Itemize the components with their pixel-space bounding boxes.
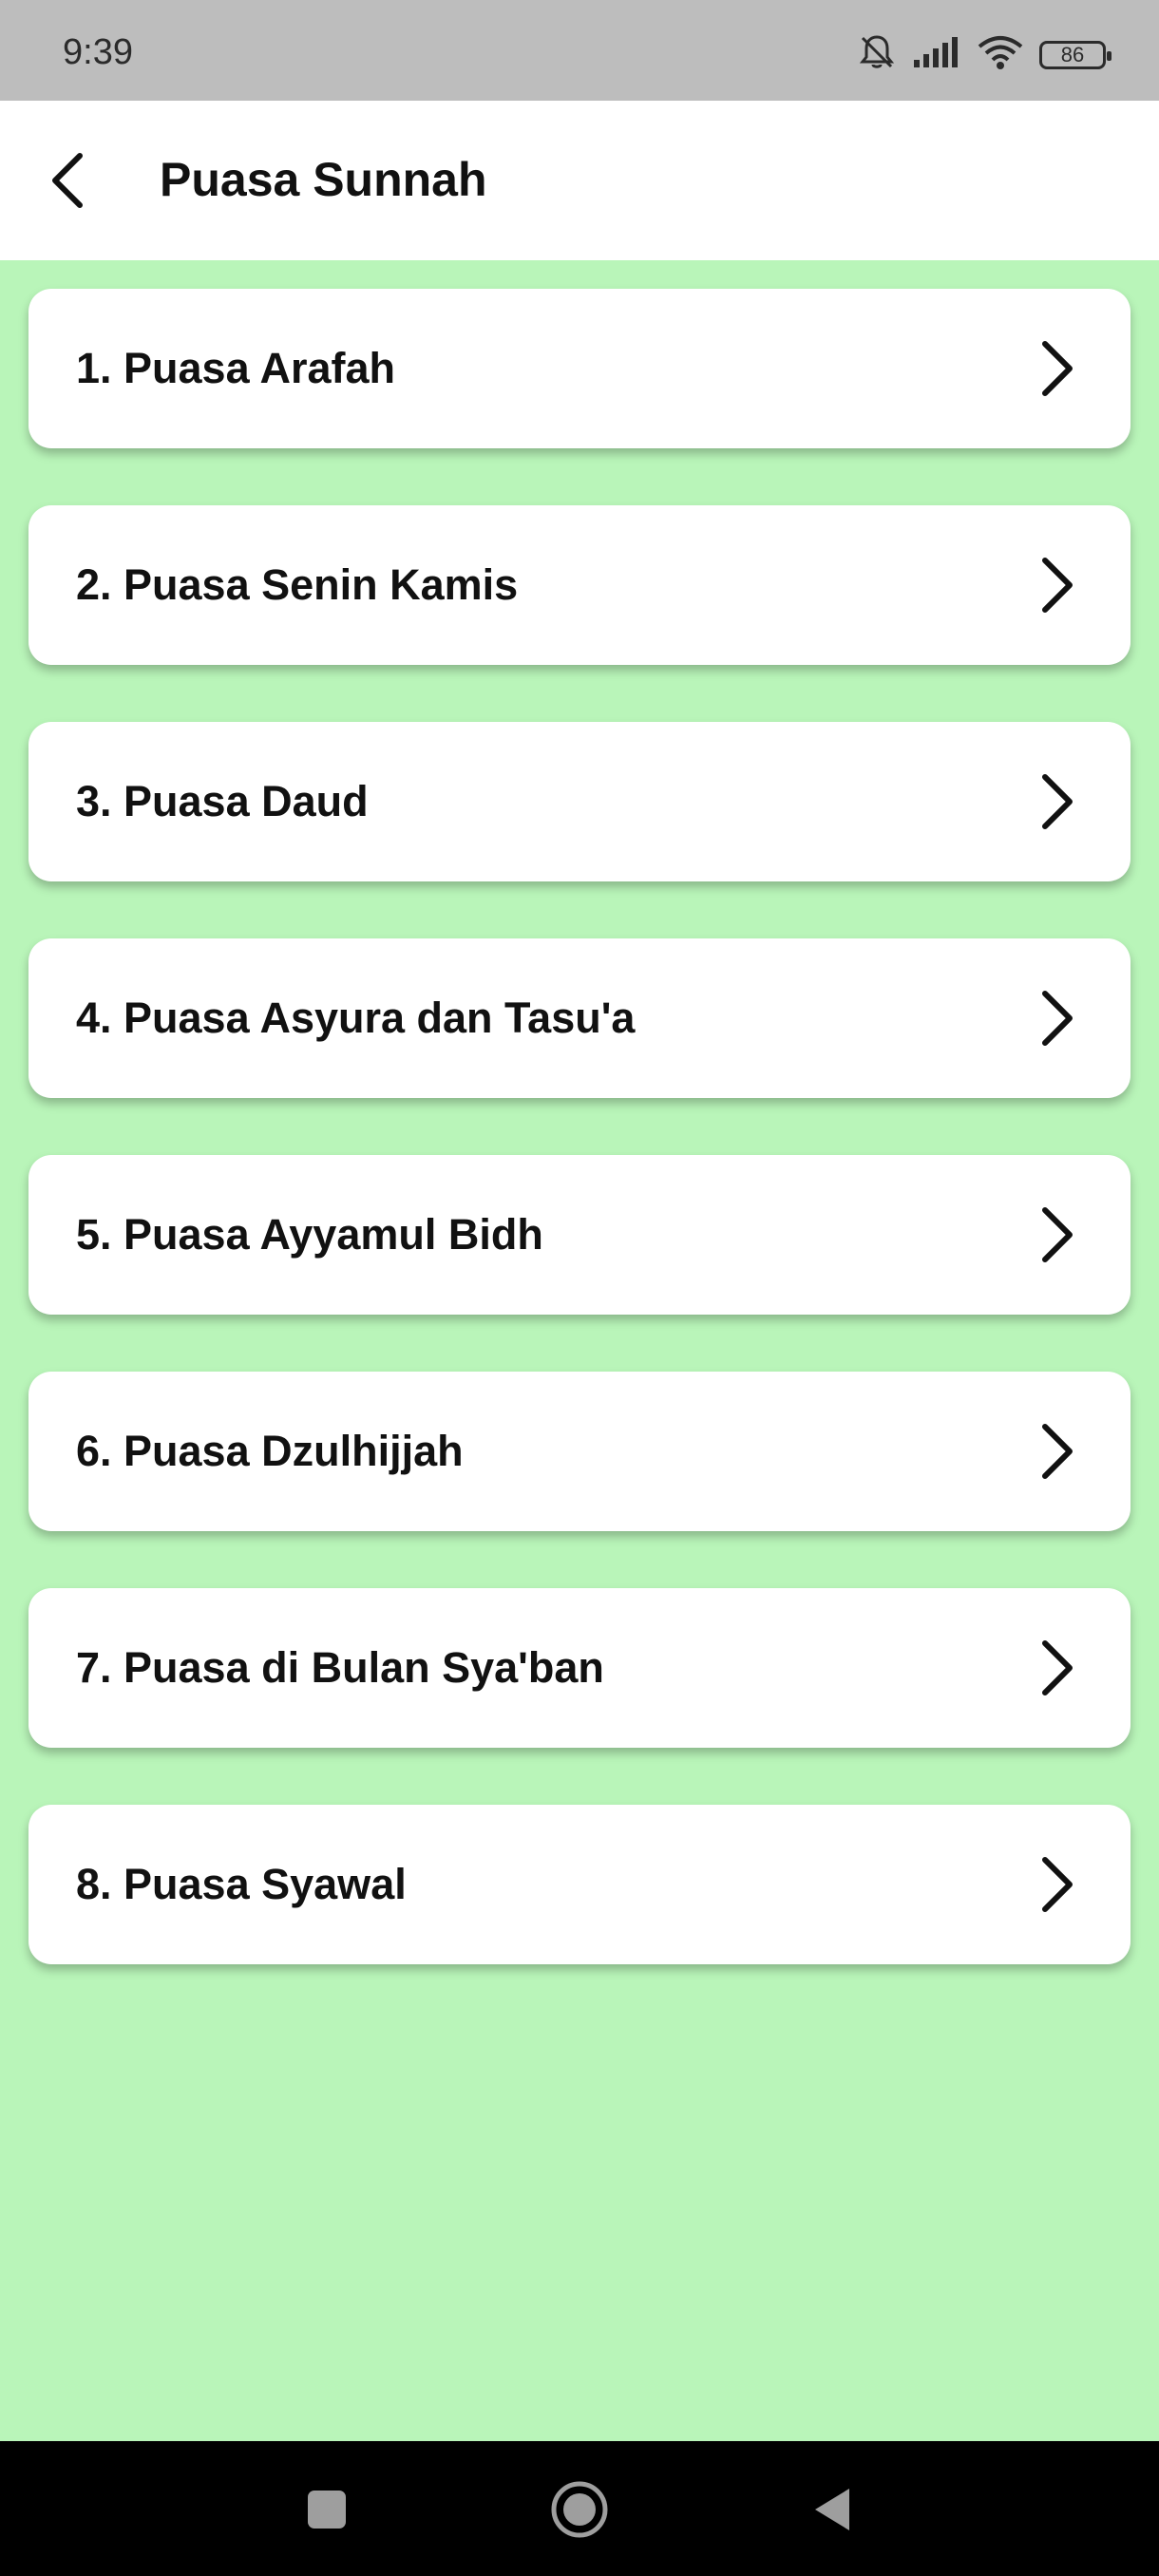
nav-back-button[interactable]	[798, 2475, 866, 2544]
list-item-label: 3. Puasa Daud	[76, 777, 369, 825]
back-triangle-icon	[815, 2489, 849, 2530]
list-item-label: 6. Puasa Dzulhijjah	[76, 1427, 464, 1475]
recents-button[interactable]	[293, 2475, 361, 2544]
signal-icon	[912, 35, 961, 74]
status-bar: 9:39 86	[0, 0, 1159, 101]
list-item-label: 1. Puasa Arafah	[76, 344, 395, 392]
back-button[interactable]	[28, 142, 104, 218]
list-item[interactable]: 3. Puasa Daud	[28, 722, 1130, 881]
list-item-label: 8. Puasa Syawal	[76, 1860, 407, 1908]
list-item[interactable]: 7. Puasa di Bulan Sya'ban	[28, 1588, 1130, 1748]
list-item-label: 5. Puasa Ayyamul Bidh	[76, 1210, 543, 1259]
chevron-right-icon	[1034, 1202, 1083, 1268]
home-icon	[551, 2481, 608, 2538]
list-item[interactable]: 2. Puasa Senin Kamis	[28, 505, 1130, 665]
chevron-right-icon	[1034, 1851, 1083, 1918]
chevron-right-icon	[1034, 768, 1083, 835]
list-item-label: 7. Puasa di Bulan Sya'ban	[76, 1643, 604, 1692]
bell-muted-icon	[857, 32, 897, 77]
back-arrow-icon	[52, 153, 83, 208]
list-item[interactable]: 6. Puasa Dzulhijjah	[28, 1372, 1130, 1531]
list-item[interactable]: 4. Puasa Asyura dan Tasu'a	[28, 938, 1130, 1098]
status-time: 9:39	[63, 32, 133, 72]
battery-icon: 86	[1039, 40, 1112, 69]
chevron-right-icon	[1034, 335, 1083, 402]
list-item[interactable]: 5. Puasa Ayyamul Bidh	[28, 1155, 1130, 1315]
page-title: Puasa Sunnah	[160, 153, 487, 206]
list-item-label: 2. Puasa Senin Kamis	[76, 560, 519, 609]
list-item-label: 4. Puasa Asyura dan Tasu'a	[76, 994, 636, 1042]
home-button[interactable]	[545, 2475, 614, 2544]
chevron-right-icon	[1034, 552, 1083, 618]
chevron-right-icon	[1034, 1418, 1083, 1485]
app-bar: Puasa Sunnah	[0, 101, 1159, 260]
chevron-right-icon	[1034, 1635, 1083, 1701]
chevron-right-icon	[1034, 985, 1083, 1051]
wifi-icon	[977, 33, 1024, 76]
list-item[interactable]: 8. Puasa Syawal	[28, 1805, 1130, 1964]
status-icons: 86	[857, 32, 1112, 77]
fasting-list: 1. Puasa Arafah 2. Puasa Senin Kamis 3. …	[28, 289, 1130, 2021]
system-nav-bar	[0, 2441, 1159, 2576]
recents-icon	[308, 2491, 346, 2529]
list-item[interactable]: 1. Puasa Arafah	[28, 289, 1130, 448]
